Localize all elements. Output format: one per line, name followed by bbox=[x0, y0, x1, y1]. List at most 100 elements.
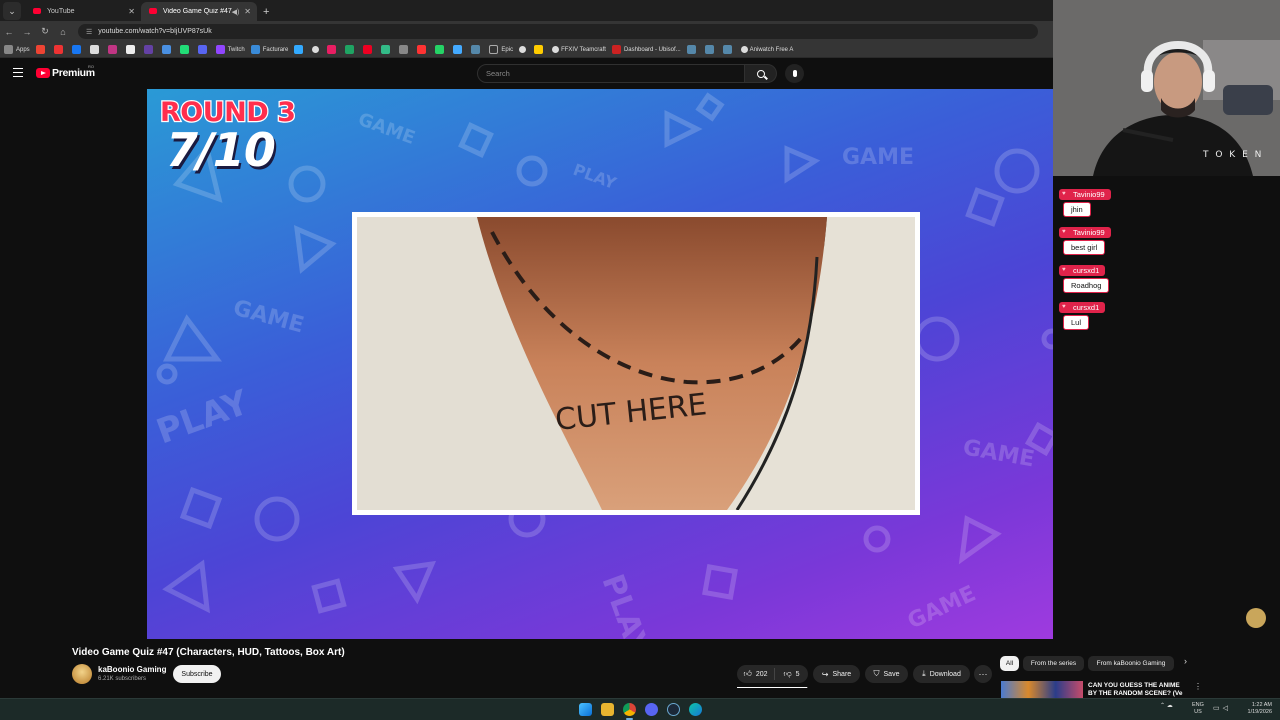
home-icon[interactable]: ⌂ bbox=[54, 27, 72, 37]
bookmark-icon[interactable] bbox=[143, 45, 156, 54]
tab-search-button[interactable]: ⌄ bbox=[3, 2, 21, 20]
bookmark-icon[interactable] bbox=[294, 45, 306, 54]
voice-search-button[interactable] bbox=[785, 64, 804, 83]
youtube-favicon-icon bbox=[33, 8, 41, 14]
input-language[interactable]: ENG US bbox=[1192, 702, 1204, 716]
menu-icon[interactable] bbox=[13, 68, 23, 77]
share-button[interactable]: ↪ Share bbox=[813, 665, 860, 683]
channel-name[interactable]: kaBoonio Gaming bbox=[98, 665, 166, 674]
video-player[interactable]: GAME GAME GAME GAME GAME PLAY PLAY PLAY … bbox=[147, 89, 1126, 639]
search-button[interactable] bbox=[745, 64, 777, 83]
close-tab-icon[interactable]: ✕ bbox=[128, 7, 135, 16]
bookmark-icon[interactable] bbox=[519, 46, 528, 53]
bookmark-favicon-icon bbox=[35, 45, 45, 54]
audio-playing-icon[interactable]: ◀) bbox=[232, 8, 240, 16]
back-icon[interactable]: ← bbox=[0, 27, 18, 37]
svg-text:GAME: GAME bbox=[904, 581, 980, 634]
bookmark-icon[interactable] bbox=[125, 45, 138, 54]
recommendation-title[interactable]: CAN YOU GUESS THE ANIME BY THE RANDOM SC… bbox=[1088, 682, 1183, 698]
bookmark-icon[interactable] bbox=[161, 45, 174, 54]
recommendation-thumbnail[interactable] bbox=[1001, 681, 1083, 698]
bookmark-icon[interactable] bbox=[89, 45, 102, 54]
bookmark-icon[interactable] bbox=[722, 45, 735, 54]
reload-icon[interactable]: ↻ bbox=[36, 26, 54, 37]
bookmark-icon[interactable] bbox=[399, 45, 411, 54]
chat-text: best girl bbox=[1064, 241, 1105, 254]
forward-icon[interactable]: → bbox=[18, 27, 36, 37]
bookmark-icon[interactable] bbox=[435, 45, 447, 54]
bookmark-icon[interactable] bbox=[471, 45, 483, 54]
kebab-menu-icon[interactable]: ⋮ bbox=[1194, 682, 1202, 691]
bookmark-icon[interactable] bbox=[107, 45, 120, 54]
bookmark-icon[interactable] bbox=[704, 45, 717, 54]
more-actions-button[interactable]: ··· bbox=[974, 665, 992, 683]
bookmarks-bar: Apps Twitch Facturare Epic FFXIV Teamcra… bbox=[0, 42, 1053, 58]
bookmark-favicon-icon bbox=[381, 45, 391, 54]
svg-text:T O K E N: T O K E N bbox=[1202, 150, 1263, 160]
like-count: 202 bbox=[755, 670, 768, 678]
bookmark-icon[interactable] bbox=[417, 45, 429, 54]
chrome-icon[interactable] bbox=[623, 703, 636, 716]
bookmark-favicon-icon bbox=[71, 45, 81, 54]
bookmark-icon: ⛉ bbox=[873, 669, 880, 678]
bookmark-favicon-icon bbox=[107, 45, 117, 54]
bookmark-twitch[interactable]: Twitch bbox=[215, 45, 245, 54]
bookmark-icon[interactable] bbox=[197, 45, 210, 54]
svg-text:GAME: GAME bbox=[961, 435, 1036, 472]
bookmark-icon[interactable] bbox=[345, 45, 357, 54]
bookmark-icon[interactable] bbox=[53, 45, 66, 54]
bookmark-facturare[interactable]: Facturare bbox=[250, 45, 288, 54]
system-clock[interactable]: 1:22 AM 1/19/2026 bbox=[1240, 702, 1272, 716]
thumbs-down-icon: 👎︎ bbox=[783, 669, 792, 678]
discord-icon[interactable] bbox=[645, 703, 658, 716]
dislike-count: 5 bbox=[795, 670, 800, 678]
address-toolbar: ← → ↻ ⌂ ☰ youtube.com/watch?v=bIjUVP87sU… bbox=[0, 21, 1053, 42]
tab-youtube[interactable]: YouTube ✕ bbox=[25, 2, 141, 21]
start-menu-icon[interactable] bbox=[579, 703, 592, 716]
file-explorer-icon[interactable] bbox=[601, 703, 614, 716]
bookmark-icon[interactable] bbox=[686, 45, 699, 54]
site-info-icon[interactable]: ☰ bbox=[86, 28, 92, 36]
subscribe-button[interactable]: Subscribe bbox=[173, 665, 221, 683]
close-tab-icon[interactable]: ✕ bbox=[244, 7, 251, 16]
chip-from-series[interactable]: From the series bbox=[1023, 656, 1084, 671]
bookmark-favicon-icon bbox=[399, 45, 409, 54]
bookmark-ubisoft[interactable]: Dashboard - Ubisof... bbox=[611, 45, 681, 54]
bookmark-icon[interactable] bbox=[35, 45, 48, 54]
bookmark-icon[interactable] bbox=[71, 45, 84, 54]
account-avatar[interactable] bbox=[1246, 608, 1266, 628]
bookmark-icon[interactable] bbox=[312, 46, 321, 53]
url-bar[interactable]: ☰ youtube.com/watch?v=bIjUVP87sUk bbox=[78, 24, 1038, 39]
like-button[interactable]: 👍︎ 202 bbox=[737, 668, 775, 680]
steam-icon[interactable] bbox=[667, 703, 680, 716]
browser-tab-strip: ⌄ YouTube ✕ Video Game Quiz #47 (Charac … bbox=[0, 0, 1053, 21]
edge-icon[interactable] bbox=[689, 703, 702, 716]
bookmark-favicon-icon bbox=[519, 46, 527, 53]
search-input[interactable]: Search bbox=[477, 64, 745, 83]
save-button[interactable]: ⛉ Save bbox=[865, 665, 908, 683]
tray-overflow-icon[interactable]: ⌃ ☁ bbox=[1160, 702, 1173, 709]
dislike-button[interactable]: 👎︎ 5 bbox=[775, 669, 808, 679]
network-volume-icons[interactable]: ▭◁ bbox=[1213, 704, 1231, 712]
tab-video[interactable]: Video Game Quiz #47 (Charac ◀) ✕ bbox=[141, 2, 257, 21]
bookmark-icon[interactable] bbox=[381, 45, 393, 54]
question-progress: 7/10 bbox=[166, 123, 276, 177]
chat-username: Tavinio99 bbox=[1059, 227, 1111, 238]
bookmark-icon[interactable] bbox=[327, 45, 339, 54]
apps-grid-icon bbox=[4, 45, 13, 54]
bookmark-icon[interactable] bbox=[363, 45, 375, 54]
bookmark-icon[interactable] bbox=[179, 45, 192, 54]
bookmark-ffxiv[interactable]: FFXIV Teamcraft bbox=[552, 46, 606, 53]
chevron-right-icon[interactable]: › bbox=[1184, 656, 1187, 666]
bookmark-apps[interactable]: Apps bbox=[4, 45, 30, 54]
chip-all[interactable]: All bbox=[1000, 656, 1019, 671]
bookmark-epic[interactable]: Epic bbox=[489, 45, 513, 54]
chip-from-channel[interactable]: From kaBoonio Gaming bbox=[1088, 656, 1174, 671]
channel-avatar[interactable] bbox=[72, 664, 92, 684]
download-button[interactable]: ⤓ Download bbox=[913, 665, 970, 683]
bookmark-aniwatch[interactable]: Aniwatch Free A bbox=[740, 46, 793, 53]
youtube-logo-icon[interactable] bbox=[36, 68, 50, 78]
bookmark-icon[interactable] bbox=[534, 45, 546, 54]
new-tab-icon[interactable]: + bbox=[263, 6, 269, 18]
bookmark-icon[interactable] bbox=[453, 45, 465, 54]
